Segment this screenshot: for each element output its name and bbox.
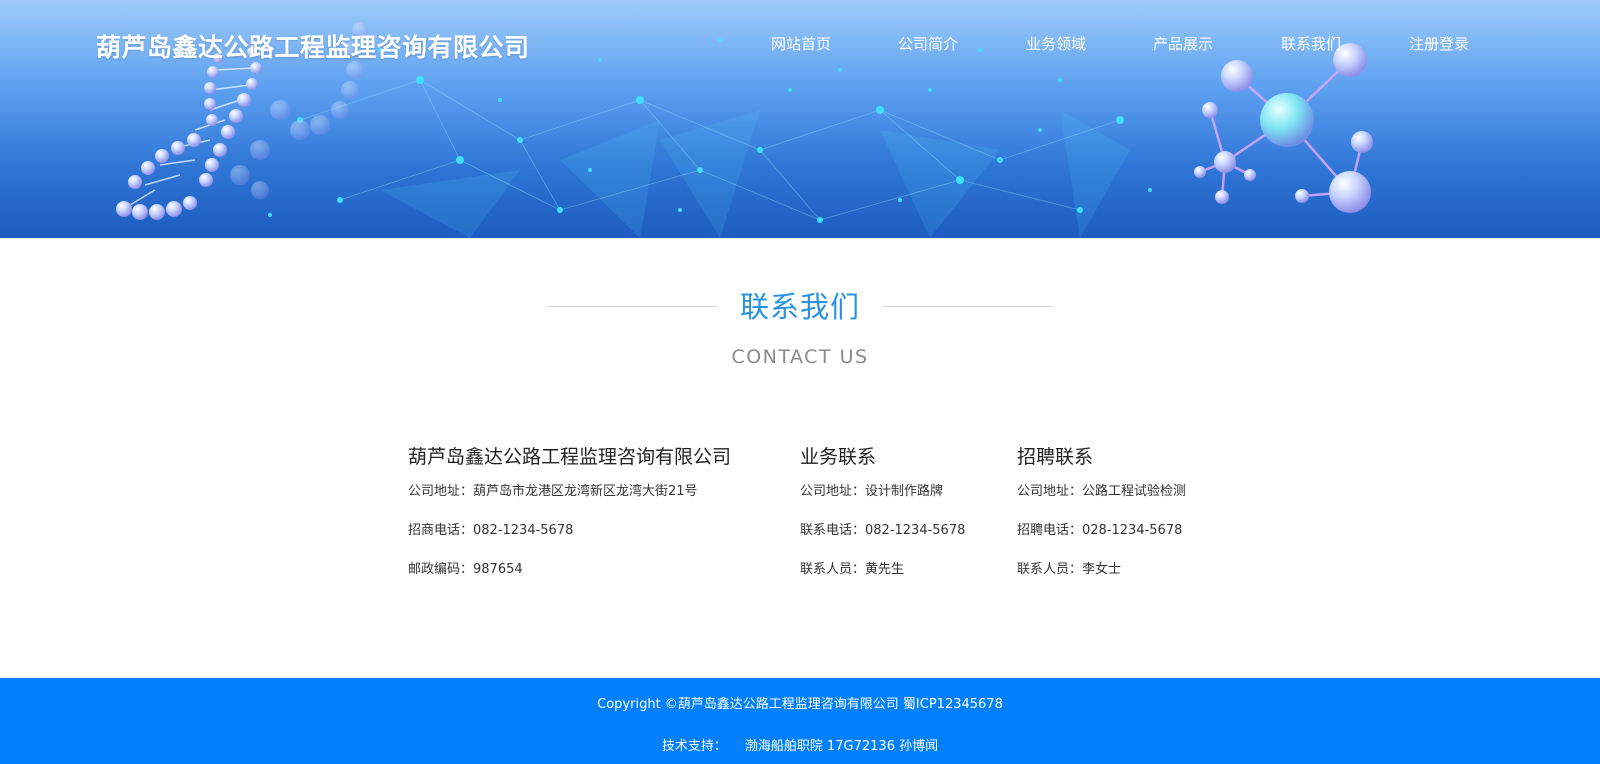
contact-address: 公司地址：公路工程试验检测 bbox=[1017, 484, 1187, 499]
contact-column-title: 招聘联系 bbox=[1017, 446, 1094, 468]
contact-phone: 联系电话：082-1234-5678 bbox=[800, 523, 966, 538]
molecule-decoration bbox=[1194, 43, 1373, 213]
footer-support-value: 渤海船舶职院 17G72136 孙博闻 bbox=[744, 739, 939, 754]
header-banner: 葫芦岛鑫达公路工程监理咨询有限公司 网站首页 公司简介 业务领域 产品展示 联系… bbox=[0, 0, 1600, 238]
title-divider-left bbox=[548, 306, 718, 307]
contact-person: 联系人员：黄先生 bbox=[800, 562, 905, 577]
footer-support-label: 技术支持： bbox=[661, 739, 727, 754]
contact-column-business: 业务联系 公司地址：设计制作路牌 联系电话：082-1234-5678 联系人员… bbox=[800, 442, 1010, 589]
contact-address: 公司地址：葫芦岛市龙港区龙湾新区龙湾大街21号 bbox=[408, 484, 698, 499]
contact-phone: 招商电话：082-1234-5678 bbox=[408, 523, 574, 538]
section-subtitle: CONTACT US bbox=[731, 346, 869, 368]
nav-item-contact[interactable]: 联系我们 bbox=[1281, 33, 1341, 54]
nav-item-login[interactable]: 注册登录 bbox=[1409, 33, 1469, 54]
title-divider-right bbox=[882, 306, 1052, 307]
site-footer: Copyright ©葫芦岛鑫达公路工程监理咨询有限公司 蜀ICP1234567… bbox=[0, 678, 1600, 764]
nav-item-business[interactable]: 业务领域 bbox=[1026, 33, 1086, 54]
contact-column-recruit: 招聘联系 公司地址：公路工程试验检测 招聘电话：028-1234-5678 联系… bbox=[1017, 442, 1257, 589]
contact-person: 联系人员：李女士 bbox=[1017, 562, 1122, 577]
section-header: 联系我们 CONTACT US bbox=[0, 282, 1600, 372]
nav-item-products[interactable]: 产品展示 bbox=[1153, 33, 1213, 54]
footer-support: 技术支持： 渤海船舶职院 17G72136 孙博闻 bbox=[0, 735, 1600, 754]
section-title: 联系我们 bbox=[739, 290, 860, 324]
contact-column-company: 葫芦岛鑫达公路工程监理咨询有限公司 公司地址：葫芦岛市龙港区龙湾新区龙湾大街21… bbox=[408, 442, 788, 589]
contact-phone: 招聘电话：028-1234-5678 bbox=[1017, 523, 1183, 538]
contact-postcode: 邮政编码：987654 bbox=[408, 562, 523, 577]
main-nav: 网站首页 公司简介 业务领域 产品展示 联系我们 注册登录 bbox=[0, 33, 1600, 57]
nav-item-about[interactable]: 公司简介 bbox=[898, 33, 958, 54]
contact-column-title: 业务联系 bbox=[800, 446, 877, 468]
footer-copyright: Copyright ©葫芦岛鑫达公路工程监理咨询有限公司 蜀ICP1234567… bbox=[597, 697, 1003, 712]
nav-item-home[interactable]: 网站首页 bbox=[771, 33, 831, 54]
contact-column-title: 葫芦岛鑫达公路工程监理咨询有限公司 bbox=[408, 446, 732, 468]
contact-address: 公司地址：设计制作路牌 bbox=[800, 484, 944, 499]
